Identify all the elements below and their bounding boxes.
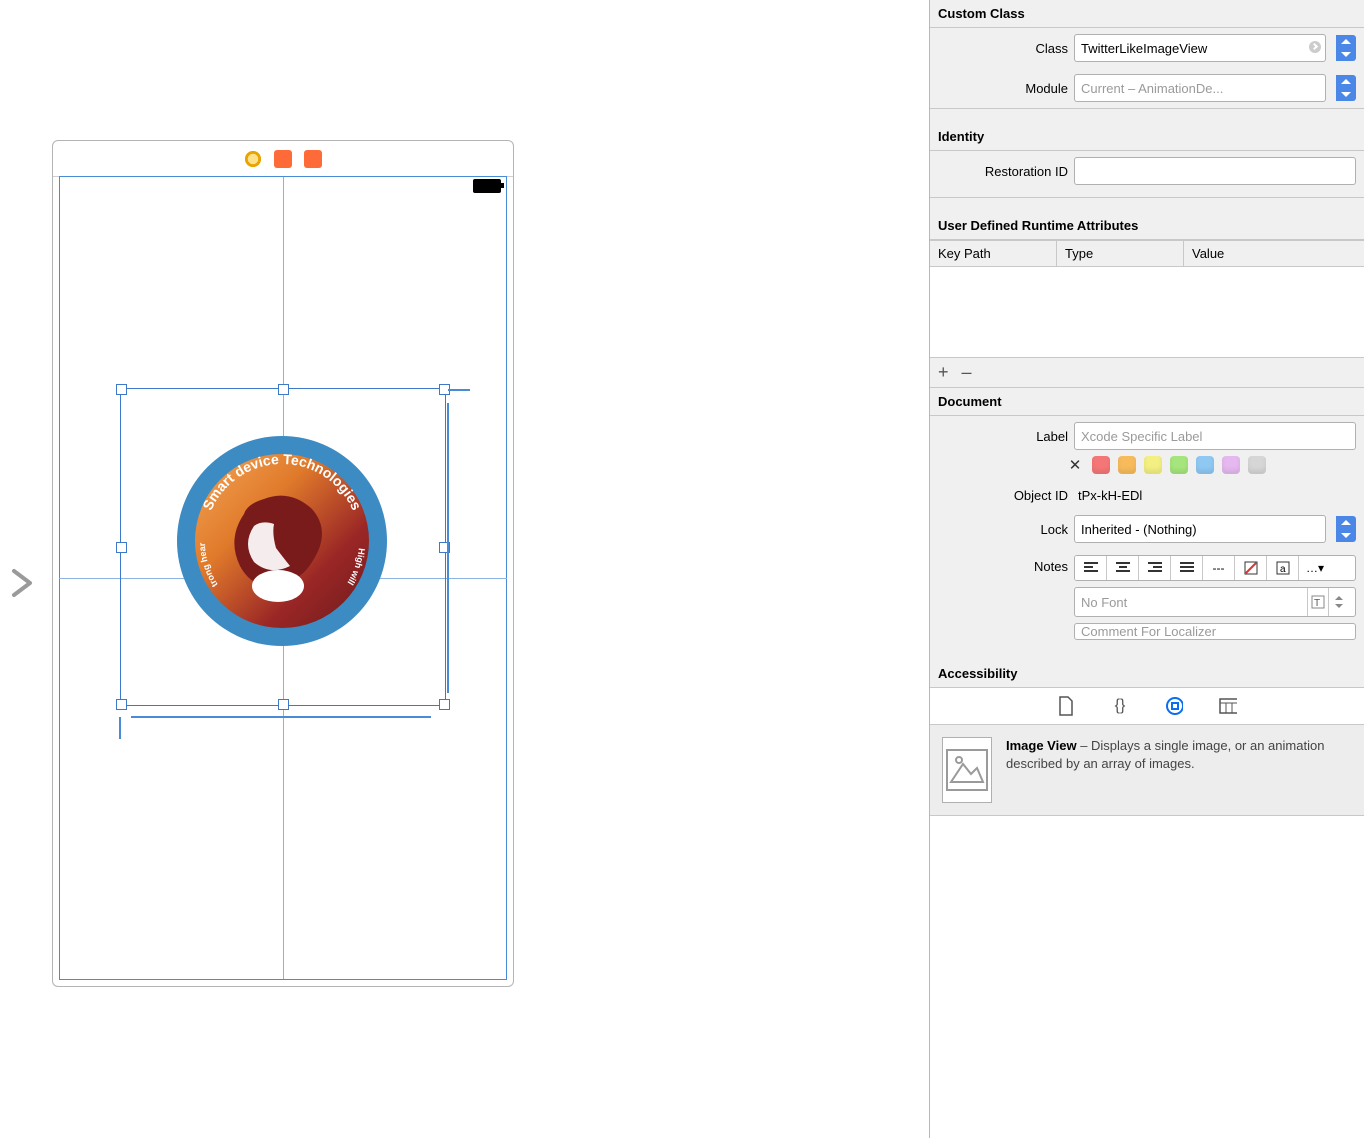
notes-label: Notes xyxy=(938,555,1068,574)
runtime-attrs-header: User Defined Runtime Attributes xyxy=(930,212,1364,240)
identity-inspector-tab[interactable] xyxy=(1165,697,1183,715)
logo-image[interactable]: Smart device Technologies Strong heart H… xyxy=(177,436,387,646)
font-picker-icon[interactable]: T xyxy=(1307,588,1328,616)
font-stepper-icon[interactable] xyxy=(1328,588,1349,616)
logo-text-right: High will xyxy=(345,548,366,587)
accessibility-header: Accessibility xyxy=(930,660,1364,687)
align-justify-button[interactable] xyxy=(1171,556,1203,580)
svg-text:a: a xyxy=(1280,564,1286,575)
scene-toolbar xyxy=(53,141,513,177)
module-combo-button[interactable] xyxy=(1336,75,1356,101)
identity-inspector-panel: Custom Class Class TwitterLikeImageView … xyxy=(929,0,1364,1138)
inspector-tab-bar: {} xyxy=(930,687,1364,724)
lock-field[interactable]: Inherited - (Nothing) xyxy=(1074,515,1326,543)
swatch-yellow[interactable] xyxy=(1144,456,1162,474)
quickhelp-inspector-tab[interactable]: {} xyxy=(1111,697,1129,715)
constraint-bar xyxy=(119,717,121,739)
battery-icon xyxy=(473,179,501,193)
document-header: Document xyxy=(930,388,1364,416)
constraint-bar xyxy=(447,403,449,693)
restoration-id-label: Restoration ID xyxy=(938,164,1068,179)
doc-label-label: Label xyxy=(938,429,1068,444)
object-id-value: tPx-kH-EDl xyxy=(1074,488,1356,503)
scene-frame[interactable]: Smart device Technologies Strong heart H… xyxy=(52,140,514,987)
restoration-id-field[interactable] xyxy=(1074,157,1356,185)
textbox-button[interactable]: a xyxy=(1267,556,1299,580)
quickhelp-title: Image View xyxy=(1006,738,1077,753)
back-chevron-icon[interactable] xyxy=(8,565,38,610)
swatch-gray[interactable] xyxy=(1248,456,1266,474)
svg-text:T: T xyxy=(1314,598,1320,609)
lock-label: Lock xyxy=(938,522,1068,537)
arrow-right-icon[interactable] xyxy=(1309,41,1321,53)
class-label: Class xyxy=(938,41,1068,56)
align-right-button[interactable] xyxy=(1139,556,1171,580)
module-field[interactable]: Current – AnimationDe... xyxy=(1074,74,1326,102)
swatch-blue[interactable] xyxy=(1196,456,1214,474)
label-color-swatches: ✕ xyxy=(930,456,1364,482)
constraint-bar xyxy=(131,716,431,718)
col-value[interactable]: Value xyxy=(1184,241,1364,266)
exit-icon[interactable] xyxy=(304,150,322,168)
swatch-purple[interactable] xyxy=(1222,456,1240,474)
col-keypath[interactable]: Key Path xyxy=(930,241,1057,266)
localizer-comment-field[interactable]: Comment For Localizer xyxy=(1074,623,1356,640)
custom-class-header: Custom Class xyxy=(930,0,1364,28)
lock-combo-button[interactable] xyxy=(1336,516,1356,542)
constraint-bar xyxy=(448,389,470,391)
attributes-inspector-tab[interactable] xyxy=(1219,697,1237,715)
font-field[interactable]: No Font T xyxy=(1074,587,1356,617)
svg-text:High will: High will xyxy=(345,548,366,587)
identity-header: Identity xyxy=(930,123,1364,151)
clear-format-button[interactable] xyxy=(1235,556,1267,580)
object-library-quickhelp: Image View – Displays a single image, or… xyxy=(930,724,1364,815)
add-attr-button[interactable]: + xyxy=(938,362,949,383)
swatch-red[interactable] xyxy=(1092,456,1110,474)
align-left-button[interactable] xyxy=(1075,556,1107,580)
runtime-attrs-table-header: Key Path Type Value xyxy=(930,240,1364,267)
module-label: Module xyxy=(938,81,1068,96)
first-responder-icon[interactable] xyxy=(274,150,292,168)
file-inspector-tab[interactable] xyxy=(1057,697,1075,715)
notes-format-toolbar: --- a …▾ xyxy=(1074,555,1356,581)
hr-button[interactable]: --- xyxy=(1203,556,1235,580)
interface-builder-canvas[interactable]: Smart device Technologies Strong heart H… xyxy=(0,0,929,1138)
viewcontroller-icon[interactable] xyxy=(244,150,262,168)
class-combo-button[interactable] xyxy=(1336,35,1356,61)
swatch-orange[interactable] xyxy=(1118,456,1136,474)
align-center-button[interactable] xyxy=(1107,556,1139,580)
doc-label-field[interactable]: Xcode Specific Label xyxy=(1074,422,1356,450)
imageview-thumbnail-icon xyxy=(942,737,992,803)
more-button[interactable]: …▾ xyxy=(1299,556,1331,580)
class-field[interactable]: TwitterLikeImageView xyxy=(1074,34,1326,62)
remove-attr-button[interactable]: – xyxy=(962,362,972,383)
status-bar xyxy=(53,177,513,195)
swatch-green[interactable] xyxy=(1170,456,1188,474)
col-type[interactable]: Type xyxy=(1057,241,1184,266)
runtime-attrs-table-body[interactable] xyxy=(930,267,1364,358)
swatch-none[interactable]: ✕ xyxy=(1066,456,1084,474)
object-id-label: Object ID xyxy=(938,488,1068,503)
